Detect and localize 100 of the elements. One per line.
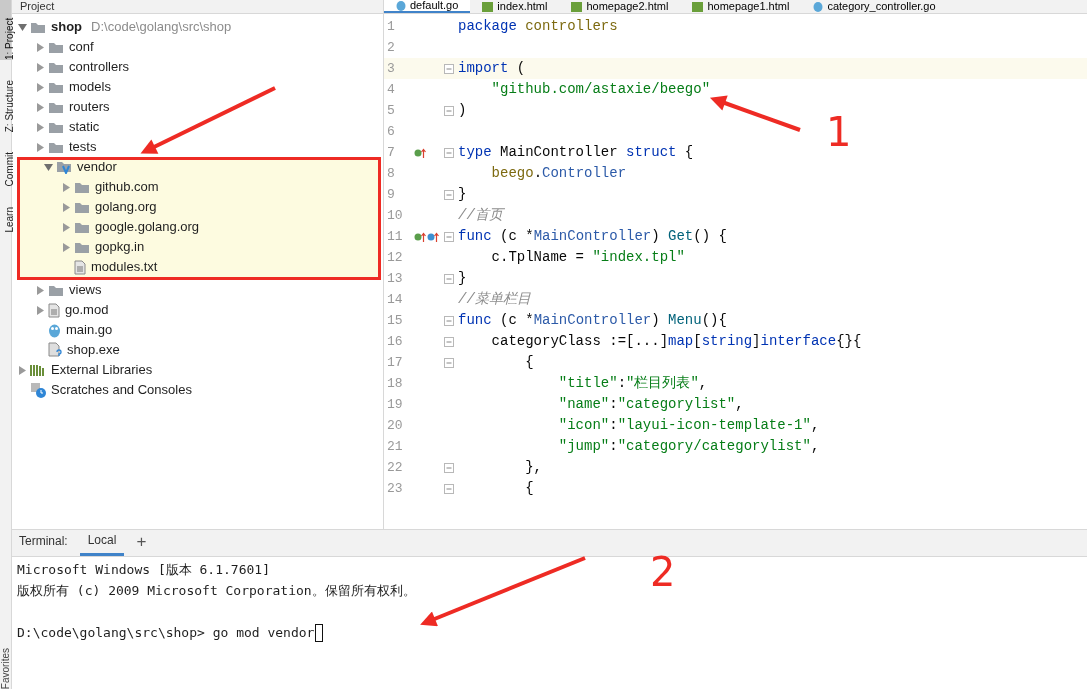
tree-item-label[interactable]: golang.org <box>95 197 157 217</box>
expanded-arrow-icon[interactable] <box>44 162 53 172</box>
file-icon <box>48 302 60 318</box>
code-line: package controllers <box>458 17 618 36</box>
code-line: type MainController struct { <box>458 143 694 162</box>
tree-item-label[interactable]: shop <box>51 17 83 37</box>
tree-item-label[interactable]: conf <box>69 37 94 57</box>
code-line: { <box>524 479 534 498</box>
implemented-marker-icon <box>414 147 426 158</box>
line-number: 10 <box>386 206 404 225</box>
tree-item-label[interactable]: Scratches and Consoles <box>51 380 192 400</box>
tool-window-tab[interactable]: Commit <box>0 152 11 187</box>
tree-item-label[interactable]: go.mod <box>65 300 109 320</box>
line-number: 22 <box>386 458 404 477</box>
code-line: "icon":"layui-icon-template-1", <box>557 416 820 435</box>
collapsed-arrow-icon[interactable] <box>36 102 45 112</box>
editor-tab[interactable]: homepage1.html <box>680 0 802 13</box>
line-number: 5 <box>386 101 396 120</box>
collapsed-arrow-icon[interactable] <box>62 182 71 192</box>
editor-tab[interactable]: default.go <box>384 0 471 13</box>
line-number: 15 <box>386 311 404 330</box>
tree-item-label[interactable]: routers <box>69 97 110 117</box>
scratch-icon <box>30 382 46 398</box>
line-number: 9 <box>386 185 396 204</box>
html-file-icon <box>482 1 494 12</box>
line-number: 3 <box>386 59 396 78</box>
unknown-file-icon <box>48 342 62 358</box>
tree-item-label[interactable]: static <box>69 117 100 137</box>
line-number: 13 <box>386 269 404 288</box>
line-number: 2 <box>386 38 396 57</box>
folder-icon <box>74 180 90 194</box>
code-line: }, <box>524 458 542 477</box>
collapsed-arrow-icon[interactable] <box>36 82 45 92</box>
code-line: //首页 <box>458 206 503 225</box>
folder-icon <box>74 240 90 254</box>
library-icon <box>30 363 46 377</box>
tree-item-label[interactable]: main.go <box>66 320 113 340</box>
line-number: 14 <box>386 290 404 309</box>
panel-title: Terminal: <box>18 533 68 550</box>
terminal-line: Microsoft Windows [版本 6.1.7601] <box>17 560 270 579</box>
terminal-line: D:\code\golang\src\shop> go mod vendor <box>17 623 315 642</box>
terminal-tab[interactable]: Local <box>79 531 125 556</box>
code-line: "jump":"category/categorylist", <box>557 437 820 456</box>
code-line: import ( <box>458 59 526 78</box>
tree-item-label[interactable]: models <box>69 77 111 97</box>
tree-item-label[interactable]: vendor <box>77 157 117 177</box>
collapsed-arrow-icon[interactable] <box>62 202 71 212</box>
tree-item-label[interactable]: views <box>69 280 102 300</box>
panel-title[interactable]: Project <box>20 1 55 12</box>
line-number: 4 <box>386 80 396 99</box>
tool-window-tab[interactable]: Learn <box>0 206 11 233</box>
tool-window-tab[interactable]: Favorites <box>0 645 11 689</box>
code-line: //菜单栏目 <box>458 290 531 309</box>
tree-item-label[interactable]: github.com <box>95 177 159 197</box>
folder-icon <box>74 220 90 234</box>
collapsed-arrow-icon[interactable] <box>36 285 45 295</box>
editor-tab[interactable]: index.html <box>470 0 560 13</box>
code-line: } <box>458 185 467 204</box>
line-number: 18 <box>386 374 404 393</box>
line-number: 1 <box>386 17 396 36</box>
expanded-arrow-icon[interactable] <box>18 22 27 32</box>
editor-tab[interactable]: homepage2.html <box>559 0 681 13</box>
tree-item-label[interactable]: gopkg.in <box>95 237 145 257</box>
code-line: "title":"栏目列表", <box>557 374 708 393</box>
line-number: 6 <box>386 122 396 141</box>
folder-icon <box>48 40 64 54</box>
code-line: { <box>524 353 534 372</box>
collapsed-arrow-icon[interactable] <box>62 222 71 232</box>
tree-item-label[interactable]: External Libraries <box>51 360 153 380</box>
line-number: 16 <box>386 332 404 351</box>
collapsed-arrow-icon[interactable] <box>18 365 27 375</box>
line-number: 7 <box>386 143 396 162</box>
tree-item-label[interactable]: tests <box>69 137 97 157</box>
collapsed-arrow-icon[interactable] <box>36 62 45 72</box>
folder-icon <box>74 200 90 214</box>
tree-item-label[interactable]: google.golang.org <box>95 217 200 237</box>
collapsed-arrow-icon[interactable] <box>36 42 45 52</box>
collapsed-arrow-icon[interactable] <box>36 122 45 132</box>
project-path: D:\code\golang\src\shop <box>91 18 232 37</box>
add-tab-button[interactable]: + <box>136 533 147 556</box>
collapsed-arrow-icon[interactable] <box>62 242 71 252</box>
tool-window-tab[interactable]: Z: Structure <box>0 80 11 133</box>
line-number: 20 <box>386 416 404 435</box>
folder-icon <box>48 60 64 74</box>
code-line: "github.com/astaxie/beego" <box>490 80 711 99</box>
collapsed-arrow-icon[interactable] <box>36 142 45 152</box>
code-line: categoryClass :=[...]map[string]interface{}{ <box>490 332 862 351</box>
tree-item-label[interactable]: shop.exe <box>67 340 120 360</box>
code-line: func (c *MainController) Menu(){ <box>458 311 727 330</box>
line-number: 19 <box>386 395 404 414</box>
folder-icon <box>48 80 64 94</box>
folder-icon <box>48 283 64 297</box>
html-file-icon <box>692 1 704 12</box>
collapsed-arrow-icon[interactable] <box>36 305 45 315</box>
tree-item-label[interactable]: controllers <box>69 57 129 77</box>
line-number: 11 <box>386 227 404 246</box>
tree-item-label[interactable]: modules.txt <box>91 257 158 277</box>
line-number: 12 <box>386 248 404 267</box>
editor-tab[interactable]: category_controller.go <box>801 0 948 13</box>
folder-icon <box>48 100 64 114</box>
